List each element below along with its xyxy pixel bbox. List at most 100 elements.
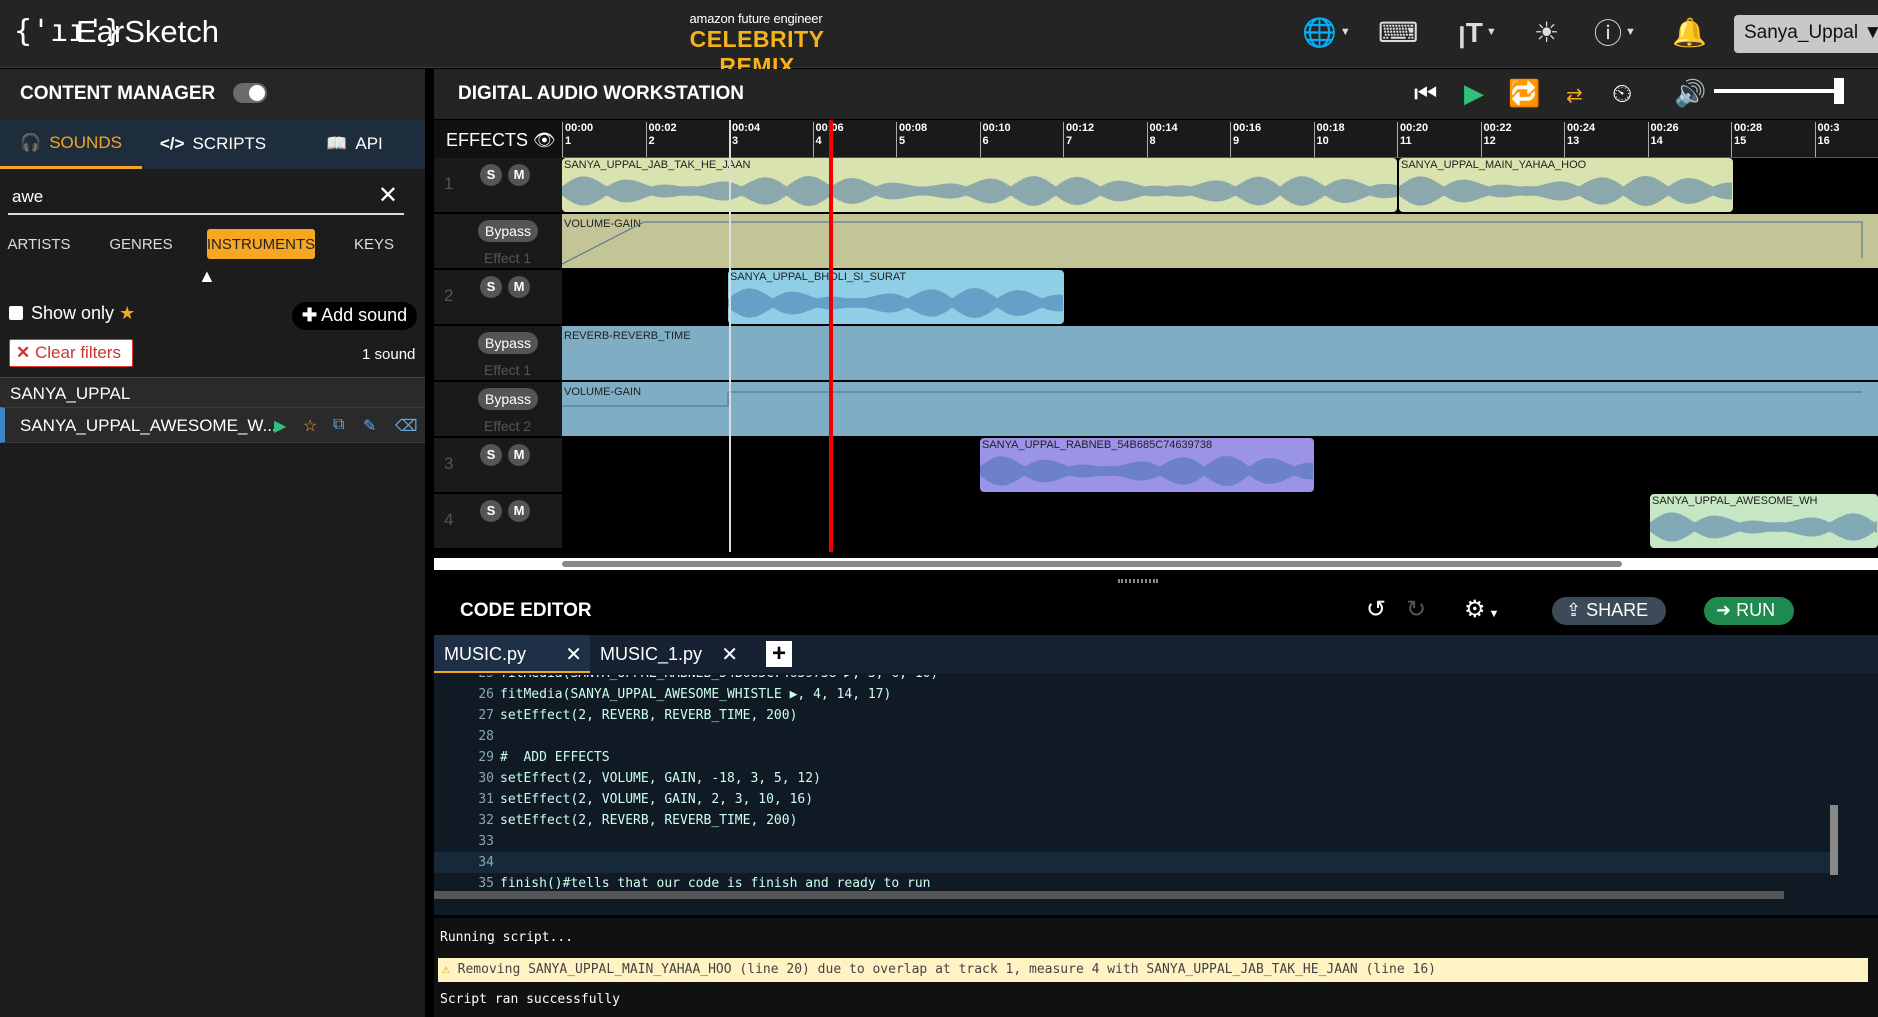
code-lines[interactable]: 25fitMedia(SANYA_UPPAL_RABNEB_54B685C746… <box>434 675 1854 890</box>
code-line[interactable]: 27 setEffect(2, REVERB, REVERB_TIME, 200) <box>434 705 1834 726</box>
clip[interactable]: SANYA_UPPAL_BHOLI_SI_SURAT <box>728 270 1064 324</box>
tab-sounds[interactable]: 🎧 SOUNDS <box>0 119 142 169</box>
mute-button[interactable]: M <box>508 500 530 522</box>
add-sound-button[interactable]: ✚ Add sound <box>292 302 417 330</box>
ruler-tick: 00:02 2 <box>645 122 677 157</box>
metronome-icon[interactable]: ⏲ <box>1612 78 1632 110</box>
code-vertical-scrollbar[interactable] <box>1830 805 1838 875</box>
track-2-lane: SANYA_UPPAL_BHOLI_SI_SURAT <box>562 270 1878 326</box>
effect-lane[interactable]: VOLUME-GAIN <box>562 382 1878 436</box>
redo-icon[interactable]: ↻ <box>1406 595 1426 624</box>
play-icon[interactable]: ▶ <box>1464 78 1484 109</box>
volume-icon[interactable]: 🔊 <box>1674 78 1706 109</box>
mute-button[interactable]: M <box>508 444 530 466</box>
app-name: EarSketch <box>76 14 220 49</box>
waveform <box>1650 512 1878 542</box>
bell-icon[interactable]: 🔔 <box>1672 14 1707 50</box>
effects-toggle[interactable]: EFFECTS 👁 <box>434 120 562 158</box>
daw-horizontal-scrollbar[interactable] <box>434 558 1878 570</box>
loop-icon[interactable]: 🔁 <box>1508 78 1540 109</box>
bypass-button[interactable]: Bypass <box>478 220 538 242</box>
search-input[interactable]: awe ✕ <box>8 179 404 215</box>
keyboard-icon[interactable]: ⌨ <box>1378 14 1418 50</box>
tab-music-py[interactable]: MUSIC.py ✕ <box>434 635 590 673</box>
filter-instruments[interactable]: INSTRUMENTS <box>207 229 315 259</box>
code-line[interactable]: 32 setEffect(2, REVERB, REVERB_TIME, 200) <box>434 810 1834 831</box>
theme-icon[interactable]: ☀ <box>1534 14 1559 50</box>
code-line[interactable]: 34 <box>434 852 1834 873</box>
code-line[interactable]: 26 fitMedia(SANYA_UPPAL_AWESOME_WHISTLE ▶… <box>434 684 1834 705</box>
code-line[interactable]: 25fitMedia(SANYA_UPPAL_RABNEB_54B685C746… <box>434 675 1834 684</box>
close-tab-icon[interactable]: ✕ <box>565 642 582 667</box>
ruler-tick: 00:12 7 <box>1063 122 1094 157</box>
show-only-checkbox[interactable] <box>9 306 23 320</box>
clip[interactable]: SANYA_UPPAL_MAIN_YAHAA_HOO <box>1399 158 1733 212</box>
font-size-icon[interactable]: ꞁT ▼ <box>1458 14 1497 50</box>
info-icon[interactable]: ⓘ ▼ <box>1594 14 1636 50</box>
track-4-control: 4 S M <box>434 494 562 550</box>
close-tab-icon[interactable]: ✕ <box>721 642 738 667</box>
solo-button[interactable]: S <box>480 500 502 522</box>
track-3-control: 3 S M <box>434 438 562 494</box>
effect-label: Effect 1 <box>484 250 532 266</box>
star-outline-icon[interactable]: ☆ <box>303 416 317 436</box>
user-menu[interactable]: Sanya_Uppal ▼ <box>1734 15 1878 53</box>
ruler-tick: 00:00 1 <box>562 122 593 157</box>
clip[interactable]: SANYA_UPPAL_RABNEB_54B685C74639738 <box>980 438 1314 492</box>
code-horizontal-scrollbar[interactable] <box>434 891 1784 899</box>
volume-slider[interactable] <box>1714 78 1844 104</box>
code-line[interactable]: 29 # ADD EFFECTS <box>434 747 1834 768</box>
console-success: Script ran successfully <box>440 992 621 1007</box>
playhead[interactable] <box>829 120 833 552</box>
bypass-button[interactable]: Bypass <box>478 332 538 354</box>
tab-api[interactable]: 📖 API <box>284 119 425 169</box>
clip[interactable]: SANYA_UPPAL_JAB_TAK_HE_JAAN <box>562 158 1397 212</box>
script-tabs: MUSIC.py ✕ MUSIC_1.py ✕ + <box>434 635 1878 673</box>
solo-button[interactable]: S <box>480 164 502 186</box>
undo-icon[interactable]: ↺ <box>1366 595 1386 624</box>
effect-lane[interactable]: VOLUME-GAIN <box>562 214 1878 268</box>
edit-icon[interactable]: ✎ <box>363 416 376 436</box>
ruler-tick: 00:26 14 <box>1647 122 1679 157</box>
share-button[interactable]: ⇪ SHARE <box>1552 597 1666 625</box>
delete-icon[interactable]: ⌫ <box>395 416 418 436</box>
run-button[interactable]: ➜ RUN <box>1704 597 1794 625</box>
filter-genres[interactable]: GENRES <box>104 229 178 259</box>
content-manager-header: CONTENT MANAGER <box>0 69 425 119</box>
clip[interactable]: SANYA_UPPAL_AWESOME_WH <box>1650 494 1878 548</box>
mute-button[interactable]: M <box>508 164 530 186</box>
solo-button[interactable]: S <box>480 276 502 298</box>
code-line[interactable]: 31 setEffect(2, VOLUME, GAIN, 2, 3, 10, 1… <box>434 789 1834 810</box>
mute-button[interactable]: M <box>508 276 530 298</box>
ruler-tick: 00:18 10 <box>1313 122 1345 157</box>
effect-lane[interactable]: REVERB-REVERB_TIME <box>562 326 1878 380</box>
chevron-up-icon[interactable]: ▲ <box>198 266 216 287</box>
resize-handle[interactable] <box>1118 579 1158 583</box>
copy-icon[interactable]: ⧉ <box>333 416 344 434</box>
clear-filters-button[interactable]: ✕ Clear filters <box>9 339 133 367</box>
code-line[interactable]: 33 <box>434 831 1834 852</box>
code-line[interactable]: 28 <box>434 726 1834 747</box>
code-line[interactable]: 35 finish()#tells that our code is finish… <box>434 873 1834 890</box>
tab-music-1-py[interactable]: MUSIC_1.py ✕ <box>590 635 746 673</box>
solo-button[interactable]: S <box>480 444 502 466</box>
bypass-button[interactable]: Bypass <box>478 388 538 410</box>
timeline-ruler[interactable]: 00:00100:02200:04300:06400:08500:10600:1… <box>562 120 1878 158</box>
new-tab-plus-icon[interactable]: + <box>766 641 792 667</box>
clear-search-icon[interactable]: ✕ <box>378 181 398 210</box>
settings-gear-icon[interactable]: ⚙ ▼ <box>1464 595 1499 624</box>
sound-item[interactable]: SANYA_UPPAL_AWESOME_W... ▶ ☆ ⧉ ✎ ⌫ <box>0 407 425 443</box>
artist-header[interactable]: SANYA_UPPAL <box>0 377 425 407</box>
rewind-icon[interactable]: ⏮ <box>1414 78 1437 110</box>
play-icon[interactable]: ▶ <box>274 416 286 436</box>
filter-artists[interactable]: ARTISTS <box>6 229 72 259</box>
content-manager: CONTENT MANAGER 🎧 SOUNDS </> SCRIPTS 📖 API … <box>0 69 425 1017</box>
content-manager-toggle[interactable] <box>233 83 267 103</box>
ruler-tick: 00:22 12 <box>1480 122 1512 157</box>
globe-icon[interactable]: 🌐 ▼ <box>1302 14 1351 50</box>
filter-keys[interactable]: KEYS <box>350 229 398 259</box>
code-line[interactable]: 30 setEffect(2, VOLUME, GAIN, -18, 3, 5, … <box>434 768 1834 789</box>
tab-scripts[interactable]: </> SCRIPTS <box>142 119 284 169</box>
follow-icon[interactable]: ⇄ <box>1566 83 1583 108</box>
search-value: awe <box>12 187 44 206</box>
